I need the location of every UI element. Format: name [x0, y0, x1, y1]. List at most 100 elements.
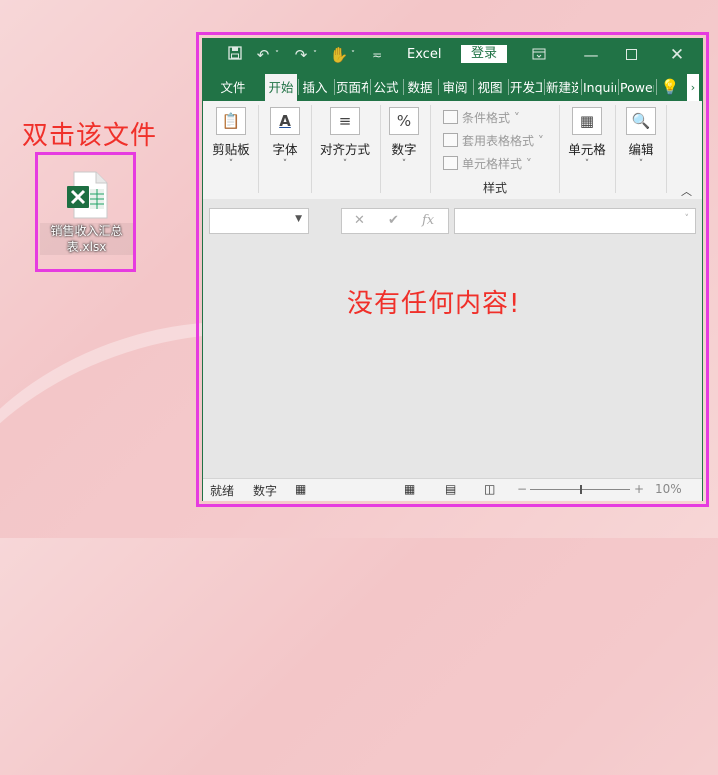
zoom-level[interactable]: 10%	[655, 482, 682, 496]
ribbon-display-icon[interactable]	[529, 45, 549, 65]
table-format-button[interactable]: 套用表格格式 ˅	[443, 132, 544, 149]
percent-icon: %	[389, 107, 419, 135]
lightbulb-icon[interactable]: 💡	[658, 74, 682, 101]
search-icon: 🔍	[626, 107, 656, 135]
chevron-down-icon[interactable]: ▼	[295, 214, 302, 224]
conditional-format-button[interactable]: 条件格式 ˅	[443, 109, 520, 126]
chevron-down-icon[interactable]: ˅	[267, 45, 287, 65]
clipboard-icon: 📋	[216, 107, 246, 135]
group-separator	[258, 105, 259, 193]
zoom-out-button[interactable]: −	[517, 482, 527, 496]
tab-file[interactable]: 文件	[211, 74, 255, 101]
cells-icon: ▦	[572, 107, 602, 135]
tab-review[interactable]: 审阅	[440, 74, 470, 101]
alignment-label: 对齐方式	[319, 142, 370, 157]
tab-separator	[438, 79, 439, 95]
scroll-tabs-right-icon[interactable]: ›	[687, 74, 699, 101]
font-icon: A	[270, 107, 300, 135]
empty-content-annotation: 没有任何内容!	[347, 289, 521, 319]
chevron-down-icon: ˅	[282, 159, 288, 169]
excel-file-icon	[67, 171, 108, 219]
tab-separator	[656, 79, 657, 95]
ribbon-tabs: 文件 开始 插入 页面布局 公式 数据 审阅 视图 开发工具 新建选项卡 Inq…	[203, 71, 702, 101]
collapse-ribbon-icon[interactable]: ︿	[681, 183, 692, 199]
name-box[interactable]: ▼	[209, 208, 309, 234]
tab-separator	[581, 79, 582, 95]
tab-separator	[618, 79, 619, 95]
tab-view[interactable]: 视图	[475, 74, 505, 101]
cells-group[interactable]: ▦ 单元格 ˅	[565, 107, 609, 169]
page-break-view-icon[interactable]: ◫	[484, 482, 495, 496]
save-icon[interactable]	[225, 45, 245, 65]
tab-data[interactable]: 数据	[405, 74, 435, 101]
conditional-format-icon	[443, 110, 458, 124]
minimize-icon[interactable]: —	[581, 45, 601, 65]
alignment-group[interactable]: ≡ 对齐方式 ˅	[317, 107, 373, 169]
align-icon: ≡	[330, 107, 360, 135]
cells-label: 单元格	[568, 142, 606, 157]
group-separator	[311, 105, 312, 193]
close-icon[interactable]: ✕	[667, 45, 687, 65]
number-label: 数字	[391, 142, 417, 157]
font-group[interactable]: A 字体 ˅	[267, 107, 303, 169]
number-group[interactable]: % 数字 ˅	[387, 107, 421, 169]
status-num: 数字	[253, 484, 278, 498]
group-separator	[559, 105, 560, 193]
maximize-icon[interactable]	[621, 45, 641, 65]
tab-page-layout[interactable]: 页面布局	[336, 74, 368, 101]
ribbon: 📋 剪贴板 ˅ A 字体 ˅ ≡ 对齐方式 ˅ % 数字 ˅ 条件格式 ˅ 套用…	[203, 101, 702, 200]
enter-icon[interactable]: ✔	[388, 213, 399, 228]
chevron-down-icon: ˅	[228, 159, 234, 169]
cell-style-button[interactable]: 单元格样式 ˅	[443, 155, 532, 172]
group-separator	[430, 105, 431, 193]
chevron-down-icon[interactable]: ˅	[685, 214, 690, 224]
formula-buttons: ✕ ✔ fx	[341, 208, 449, 234]
table-format-icon	[443, 133, 458, 147]
page-layout-view-icon[interactable]: ▤	[445, 482, 456, 496]
formula-bar: ▼ ✕ ✔ fx ˅	[203, 199, 702, 243]
group-separator	[380, 105, 381, 193]
zoom-slider-thumb[interactable]	[580, 485, 582, 494]
tab-new-tab[interactable]: 新建选项卡	[546, 74, 578, 101]
app-title: Excel	[407, 47, 442, 62]
tab-inquire[interactable]: Inquire	[583, 74, 616, 101]
group-separator	[615, 105, 616, 193]
desktop-file-highlight[interactable]: 销售收入汇总表.xlsx	[35, 152, 136, 272]
chevron-down-icon: ˅	[401, 159, 407, 169]
chevron-down-icon: ˅	[638, 159, 644, 169]
tab-separator	[473, 79, 474, 95]
cancel-icon[interactable]: ✕	[354, 213, 365, 228]
excel-window: ↶ ˅ ↷ ˅ ✋ ˅ ≂ Excel 登录 — ✕ 文件 开始 插入 页面布局…	[203, 39, 702, 501]
tab-separator	[403, 79, 404, 95]
tab-developer[interactable]: 开发工具	[510, 74, 542, 101]
normal-view-icon[interactable]: ▦	[404, 482, 415, 496]
customize-icon[interactable]: ≂	[367, 45, 387, 65]
tab-power-pivot[interactable]: Power Pivot	[620, 74, 654, 101]
chevron-down-icon[interactable]: ˅	[343, 45, 363, 65]
status-ready: 就绪	[210, 484, 235, 498]
formula-input[interactable]: ˅	[454, 208, 696, 234]
clipboard-label: 剪贴板	[212, 142, 250, 157]
tab-formulas[interactable]: 公式	[371, 74, 401, 101]
font-label: 字体	[272, 142, 298, 157]
tab-separator	[508, 79, 509, 95]
accessibility-icon[interactable]: ▦	[295, 482, 306, 496]
tab-home[interactable]: 开始	[265, 74, 297, 101]
clipboard-group[interactable]: 📋 剪贴板 ˅	[211, 107, 251, 169]
cell-style-icon	[443, 156, 458, 170]
file-name-label: 销售收入汇总表.xlsx	[40, 223, 133, 255]
tab-insert[interactable]: 插入	[299, 74, 331, 101]
styles-group-label: 样式	[483, 181, 508, 195]
tab-separator	[334, 79, 335, 95]
chevron-down-icon: ˅	[584, 159, 590, 169]
zoom-in-button[interactable]: +	[634, 482, 644, 496]
title-bar: ↶ ˅ ↷ ˅ ✋ ˅ ≂ Excel 登录 — ✕	[203, 39, 702, 71]
group-separator	[666, 105, 667, 193]
login-button[interactable]: 登录	[461, 45, 507, 63]
function-icon[interactable]: fx	[422, 213, 434, 228]
editing-group[interactable]: 🔍 编辑 ˅	[623, 107, 659, 169]
tab-separator	[544, 79, 545, 95]
chevron-down-icon: ˅	[342, 159, 348, 169]
editing-label: 编辑	[628, 142, 654, 157]
chevron-down-icon[interactable]: ˅	[305, 45, 325, 65]
